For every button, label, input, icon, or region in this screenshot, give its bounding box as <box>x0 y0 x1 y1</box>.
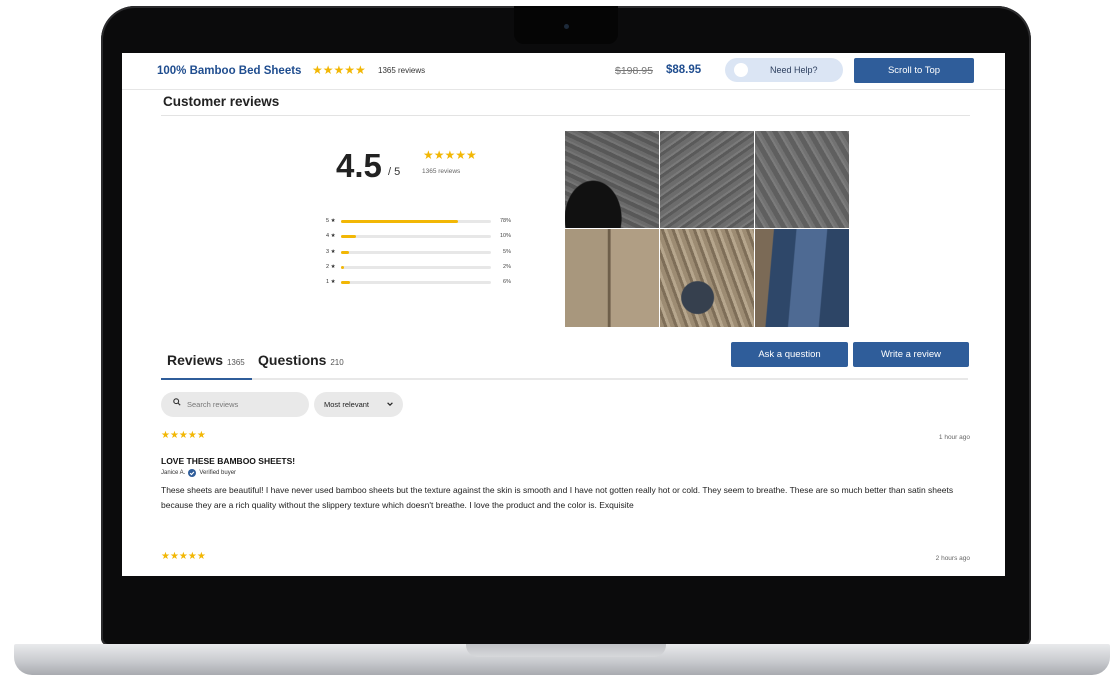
rating-distribution: 5 ★ 78% 4 ★ 10% 3 ★ 5% 2 ★ 2% 1 ★ 6% <box>326 215 511 291</box>
distribution-percent: 6% <box>503 279 511 286</box>
review-body: These sheets are beautiful! I have never… <box>161 485 954 510</box>
verified-check-icon <box>188 469 197 477</box>
verified-buyer-label: Verified buyer <box>199 470 237 476</box>
write-review-button[interactable]: Write a review <box>853 342 969 367</box>
distribution-fill <box>341 235 356 239</box>
distribution-track <box>341 220 491 223</box>
distribution-row[interactable]: 3 ★ 5% <box>326 246 511 261</box>
distribution-track <box>341 281 491 285</box>
laptop-base-notch <box>466 644 666 657</box>
distribution-label: 5 ★ <box>326 218 336 224</box>
screen: 100% Bamboo Bed Sheets ★★★★★ 1365 review… <box>122 53 1005 576</box>
theme-toggle-icon[interactable] <box>734 63 748 77</box>
customer-photo[interactable] <box>660 131 754 228</box>
customer-photo[interactable] <box>565 131 659 228</box>
section-title: Customer reviews <box>163 94 280 109</box>
distribution-fill <box>341 265 344 269</box>
review-stars-icon: ★★★★★ <box>161 430 206 441</box>
distribution-percent: 5% <box>503 248 511 255</box>
tab-reviews-count: 1365 <box>226 358 245 367</box>
summary-review-count: 1365 reviews <box>422 168 461 175</box>
search-placeholder: Search reviews <box>187 400 239 409</box>
distribution-track <box>341 250 491 254</box>
customer-photo[interactable] <box>755 131 849 228</box>
distribution-label: 4 ★ <box>326 233 336 240</box>
summary-stars-icon: ★★★★★ <box>423 148 477 162</box>
divider <box>161 115 970 116</box>
distribution-track <box>341 265 491 269</box>
distribution-label: 1 ★ <box>326 279 336 286</box>
distribution-fill <box>341 250 349 254</box>
original-price: $198.95 <box>615 65 653 77</box>
sticky-product-bar: 100% Bamboo Bed Sheets ★★★★★ 1365 review… <box>122 53 1005 90</box>
distribution-track <box>341 235 491 239</box>
tab-divider <box>161 378 968 380</box>
sort-dropdown[interactable]: Most relevant <box>314 392 403 417</box>
distribution-percent: 10% <box>499 233 511 240</box>
review-author: Janice A. Verified buyer <box>161 469 236 477</box>
camera-icon <box>564 24 569 29</box>
distribution-percent: 78% <box>499 218 511 224</box>
review-time: 2 hours ago <box>935 555 970 562</box>
chevron-down-icon <box>387 402 393 407</box>
distribution-row[interactable]: 1 ★ 6% <box>326 276 511 291</box>
sale-price: $88.95 <box>666 64 702 76</box>
rating-stars-icon: ★★★★★ <box>312 63 366 77</box>
active-tab-indicator <box>161 378 252 380</box>
average-rating: 4.5 <box>336 147 382 184</box>
need-help-label[interactable]: Need Help? <box>770 65 818 75</box>
customer-photo[interactable] <box>755 229 849 327</box>
rating-scale: / 5 <box>388 166 401 178</box>
author-name: Janice A. <box>161 470 186 476</box>
header-review-count[interactable]: 1365 reviews <box>378 66 425 75</box>
distribution-percent: 2% <box>503 263 511 270</box>
screen-bezel <box>122 576 1005 634</box>
tab-reviews[interactable]: Reviews 1365 <box>167 352 245 368</box>
distribution-label: 3 ★ <box>326 248 336 255</box>
scroll-to-top-button[interactable]: Scroll to Top <box>854 58 974 83</box>
product-title[interactable]: 100% Bamboo Bed Sheets <box>157 65 301 77</box>
customer-photo[interactable] <box>660 229 754 327</box>
distribution-row[interactable]: 2 ★ 2% <box>326 261 511 276</box>
search-icon <box>173 398 181 406</box>
distribution-row[interactable]: 5 ★ 78% <box>326 215 511 230</box>
distribution-fill <box>341 220 458 223</box>
customer-photo-grid <box>565 131 849 327</box>
distribution-row[interactable]: 4 ★ 10% <box>326 230 511 245</box>
search-input[interactable]: Search reviews <box>161 392 309 417</box>
tab-questions[interactable]: Questions 210 <box>258 352 344 368</box>
sort-label: Most relevant <box>324 400 370 409</box>
distribution-label: 2 ★ <box>326 263 336 270</box>
review-time: 1 hour ago <box>938 434 970 441</box>
review-title: LOVE THESE BAMBOO SHEETS! <box>161 456 296 466</box>
customer-photo[interactable] <box>565 229 659 327</box>
tab-questions-label: Questions <box>258 352 327 368</box>
distribution-fill <box>341 281 350 285</box>
review-stars-icon: ★★★★★ <box>161 551 206 562</box>
tab-questions-count: 210 <box>330 358 344 367</box>
ask-question-button[interactable]: Ask a question <box>731 342 848 367</box>
tab-reviews-label: Reviews <box>167 352 224 368</box>
